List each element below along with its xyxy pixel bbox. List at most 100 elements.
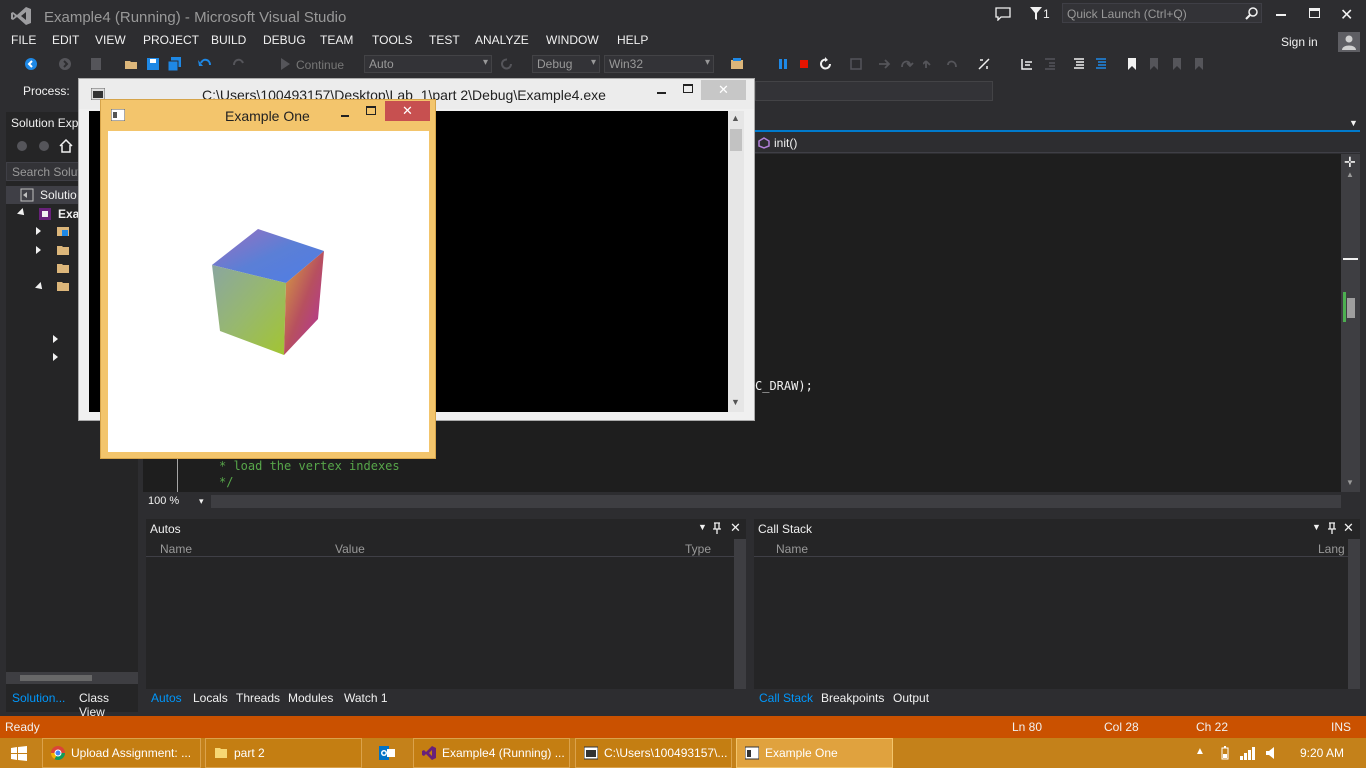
minimize-button[interactable] xyxy=(1276,14,1286,16)
menu-test[interactable]: TEST xyxy=(429,33,460,47)
forward-icon[interactable] xyxy=(58,57,72,71)
split-editor-icon[interactable]: ✛ xyxy=(1344,154,1356,171)
auto-combo[interactable]: Auto xyxy=(364,55,492,73)
tab-autos[interactable]: Autos xyxy=(151,691,182,705)
hex-display-icon[interactable] xyxy=(977,57,991,71)
call-stack-dropdown-icon[interactable]: ▼ xyxy=(1312,522,1321,532)
home-icon[interactable] xyxy=(59,139,73,153)
open-folder-icon[interactable] xyxy=(124,57,138,71)
autos-dropdown-icon[interactable]: ▼ xyxy=(698,522,707,532)
source-expander-icon[interactable] xyxy=(53,353,58,361)
example-close-button[interactable]: ✕ xyxy=(385,101,430,121)
console-scroll-up-icon[interactable]: ▲ xyxy=(731,113,740,123)
tab-call-stack[interactable]: Call Stack xyxy=(759,691,813,705)
tab-output[interactable]: Output xyxy=(893,691,929,705)
menu-edit[interactable]: EDIT xyxy=(52,33,79,47)
header-expander-icon[interactable] xyxy=(53,335,58,343)
example-titlebar[interactable]: Example One ✕ xyxy=(101,100,435,130)
show-next-statement-icon[interactable] xyxy=(849,57,863,71)
references-expander-icon[interactable] xyxy=(36,227,41,235)
menu-analyze[interactable]: ANALYZE xyxy=(475,33,529,47)
attach-process-icon[interactable] xyxy=(730,57,744,71)
format-icon[interactable] xyxy=(1020,57,1034,71)
pin-icon[interactable] xyxy=(1327,522,1337,534)
menu-project[interactable]: PROJECT xyxy=(143,33,199,47)
taskbar-item-chrome[interactable]: Upload Assignment: ... xyxy=(42,738,201,768)
source-files-expander-icon[interactable] xyxy=(35,282,45,292)
console-minimize-button[interactable] xyxy=(657,92,666,94)
indent-icon[interactable] xyxy=(1043,57,1057,71)
new-project-icon[interactable] xyxy=(90,57,104,71)
autos-scrollbar[interactable] xyxy=(734,539,746,689)
step-into-icon[interactable] xyxy=(878,57,892,71)
taskbar-item-explorer[interactable]: part 2 xyxy=(205,738,362,768)
tab-locals[interactable]: Locals xyxy=(193,691,228,705)
taskbar-item-example-one[interactable]: Example One xyxy=(736,738,893,768)
taskbar-item-visual-studio[interactable]: Example4 (Running) ... xyxy=(413,738,570,768)
network-signal-icon[interactable] xyxy=(1240,746,1256,760)
expanded-arrow-icon[interactable] xyxy=(17,208,27,218)
tab-modules[interactable]: Modules xyxy=(288,691,333,705)
external-deps-expander-icon[interactable] xyxy=(36,246,41,254)
continue-button[interactable]: Continue xyxy=(296,58,344,72)
platform-combo[interactable]: Win32 xyxy=(604,55,714,73)
clear-bookmarks-icon[interactable] xyxy=(1192,57,1206,71)
example-maximize-button[interactable] xyxy=(366,106,376,115)
class-view-tab[interactable]: Class View xyxy=(79,691,138,719)
autos-close-icon[interactable]: ✕ xyxy=(730,520,741,536)
opengl-canvas[interactable] xyxy=(108,131,429,452)
console-close-button[interactable]: ✕ xyxy=(701,80,746,100)
account-avatar[interactable] xyxy=(1338,32,1360,52)
menu-file[interactable]: FILE xyxy=(11,33,36,47)
battery-icon[interactable] xyxy=(1221,746,1229,760)
configuration-combo[interactable]: Debug xyxy=(532,55,600,73)
filter-icon[interactable] xyxy=(1030,7,1042,21)
tray-expand-icon[interactable]: ▲ xyxy=(1195,746,1205,757)
call-stack-scrollbar[interactable] xyxy=(1348,539,1360,689)
nav-forward-icon[interactable] xyxy=(38,140,50,152)
quick-launch-input[interactable]: Quick Launch (Ctrl+Q) xyxy=(1062,3,1262,23)
prev-bookmark-icon[interactable] xyxy=(1147,57,1161,71)
save-icon[interactable] xyxy=(146,57,160,71)
tab-breakpoints[interactable]: Breakpoints xyxy=(821,691,884,705)
next-bookmark-icon[interactable] xyxy=(1170,57,1184,71)
console-scroll-down-icon[interactable]: ▼ xyxy=(731,397,740,407)
nav-back-icon[interactable] xyxy=(16,140,28,152)
solution-tab[interactable]: Solution... xyxy=(12,691,65,705)
tab-watch-1[interactable]: Watch 1 xyxy=(344,691,388,705)
save-all-icon[interactable] xyxy=(168,57,182,71)
console-maximize-button[interactable] xyxy=(683,84,693,93)
search-icon[interactable] xyxy=(1245,6,1259,20)
close-button[interactable]: ✕ xyxy=(1340,5,1353,25)
step-over-icon[interactable] xyxy=(900,57,914,71)
scroll-down-icon[interactable]: ▼ xyxy=(1346,478,1354,487)
undo-icon[interactable] xyxy=(198,57,212,71)
menu-window[interactable]: WINDOW xyxy=(546,33,599,47)
restore-button[interactable] xyxy=(1309,8,1320,18)
example-minimize-button[interactable] xyxy=(341,115,349,117)
autos-col-type[interactable]: Type xyxy=(685,542,711,556)
autos-col-value[interactable]: Value xyxy=(335,542,365,556)
stop-icon[interactable] xyxy=(797,57,811,71)
menu-team[interactable]: TEAM xyxy=(320,33,353,47)
autos-col-name[interactable]: Name xyxy=(160,542,192,556)
console-scrollbar[interactable]: ▲ ▼ xyxy=(728,111,744,412)
sign-in-link[interactable]: Sign in xyxy=(1281,35,1318,49)
pause-icon[interactable] xyxy=(776,57,790,71)
step-out-icon[interactable] xyxy=(923,57,937,71)
back-icon[interactable] xyxy=(24,57,38,71)
notification-count[interactable]: 1 xyxy=(1043,7,1050,21)
tab-threads[interactable]: Threads xyxy=(236,691,280,705)
menu-help[interactable]: HELP xyxy=(617,33,648,47)
tab-overflow-icon[interactable]: ▼ xyxy=(1349,118,1358,128)
taskbar-item-console[interactable]: C:\Users\100493157\... xyxy=(575,738,732,768)
call-stack-col-name[interactable]: Name xyxy=(776,542,808,556)
feedback-icon[interactable] xyxy=(995,7,1011,21)
restart-icon[interactable] xyxy=(819,57,833,71)
uncomment-icon[interactable] xyxy=(1094,57,1108,71)
menu-debug[interactable]: DEBUG xyxy=(263,33,306,47)
horizontal-scrollbar[interactable] xyxy=(6,672,138,684)
volume-icon[interactable] xyxy=(1266,746,1278,760)
scroll-up-icon[interactable]: ▲ xyxy=(1346,170,1354,179)
zoom-combo[interactable]: 100 % ▾ xyxy=(147,494,207,510)
